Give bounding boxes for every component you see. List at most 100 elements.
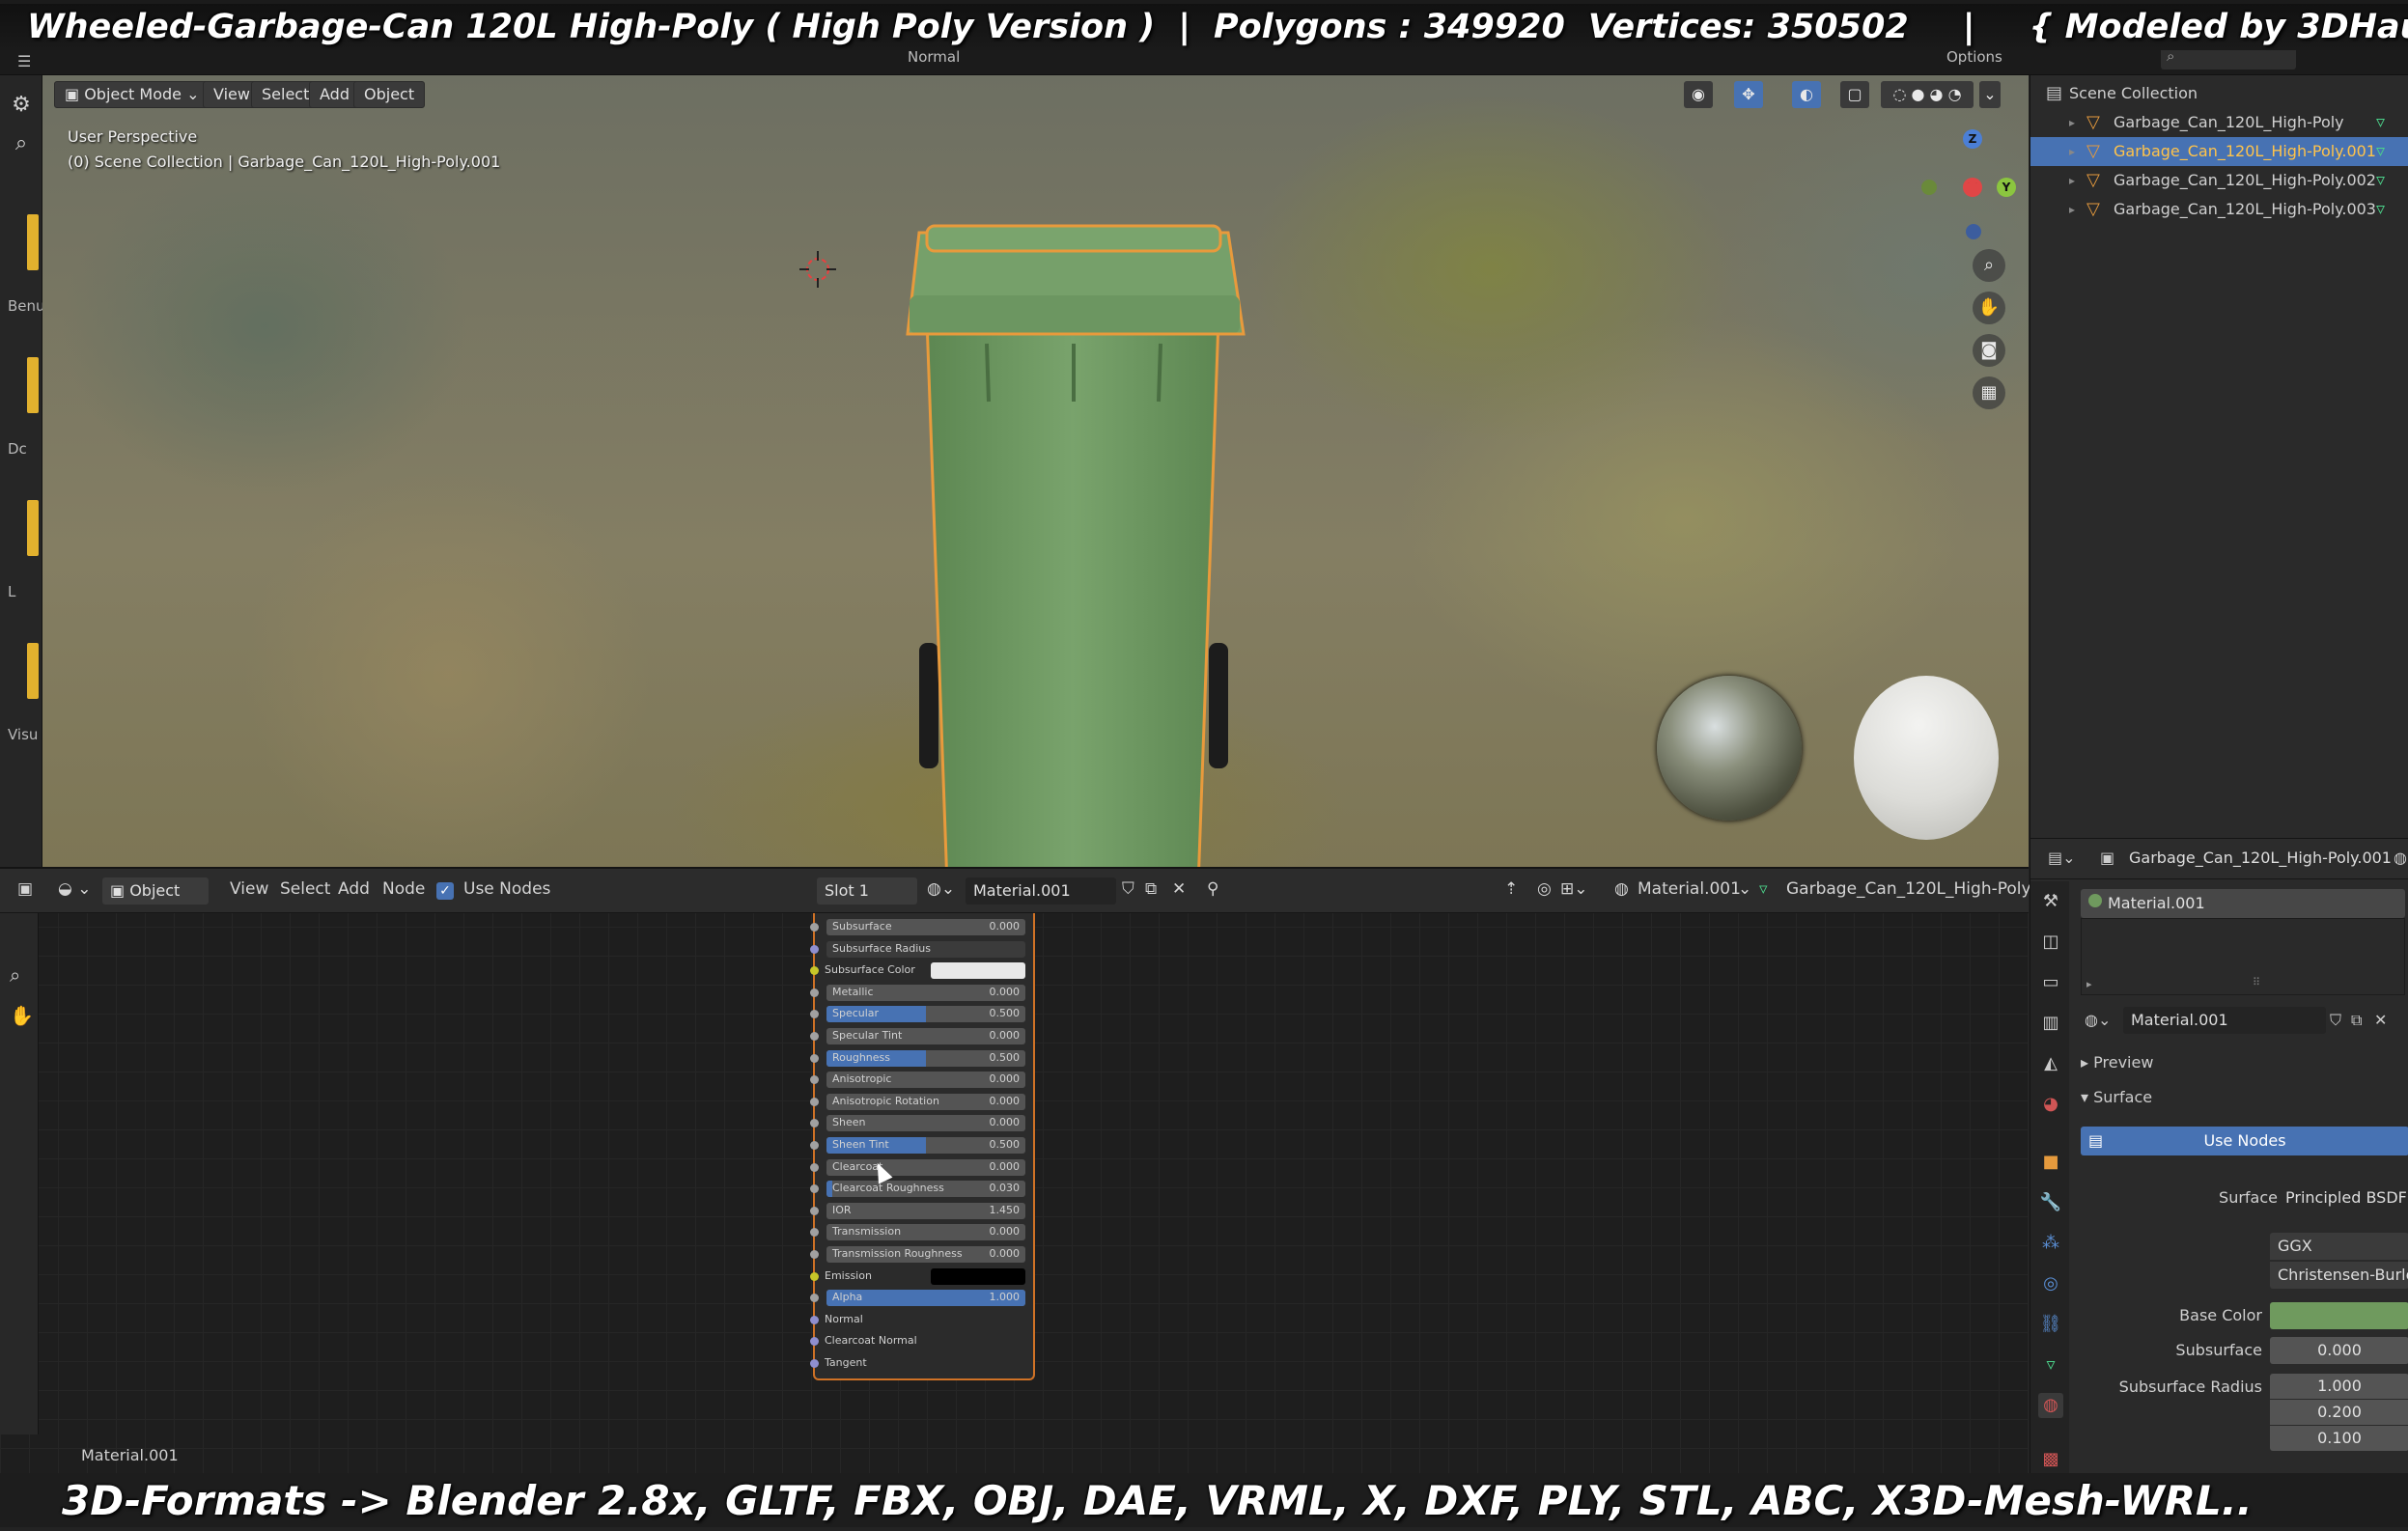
menu-icon[interactable]: ☰ [17,52,39,70]
chevron-down-icon[interactable]: ⌄ [1738,879,1751,899]
right-object-label[interactable]: Garbage_Can_120L_High-Poly.001 [1786,879,2065,899]
base-color-swatch[interactable] [2270,1302,2408,1329]
bsdf-value-slider[interactable]: Clearcoat Roughness 0.030 [826,1181,1025,1198]
input-socket-icon[interactable] [810,1097,819,1106]
grid-perspective-icon[interactable]: ▦ [1973,376,2005,409]
object-mode-dropdown[interactable]: ▣ Object Mode ⌄ [54,81,210,108]
particles-tab-icon[interactable]: ⁂ [2038,1231,2063,1256]
object-tab-icon[interactable]: ■ [2038,1150,2063,1175]
bsdf-input-row[interactable]: Roughness 0.500 [810,1048,1033,1068]
bsdf-value-slider[interactable]: Alpha 1.000 [826,1290,1025,1307]
physics-tab-icon[interactable]: ◎ [2038,1271,2063,1296]
bsdf-value-slider[interactable]: Roughness 0.500 [826,1049,1025,1067]
bsdf-value-slider[interactable]: Clearcoat 0.000 [826,1158,1025,1176]
sidebar-tab[interactable] [27,214,39,270]
shader-type-dropdown[interactable]: ▣ Object [102,877,209,905]
material-name-field[interactable]: Material.001 [966,877,1116,905]
material-slot-item[interactable]: Material.001 [2081,889,2405,918]
parent-node-icon[interactable]: ⇡ [1504,879,1518,899]
input-socket-icon[interactable] [810,1141,819,1150]
visibility-icon[interactable]: ◉ [1684,81,1713,108]
expand-arrow-icon[interactable]: ▸ [2069,108,2075,137]
bsdf-input-row[interactable]: Clearcoat Roughness 0.030 [810,1179,1033,1198]
camera-icon[interactable]: ◙ [1973,334,2005,367]
bsdf-input-row[interactable]: Clearcoat 0.000 [810,1157,1033,1177]
input-socket-icon[interactable] [810,1119,819,1128]
bsdf-value-slider[interactable]: IOR 1.450 [826,1202,1025,1219]
input-socket-icon[interactable] [810,923,819,932]
input-socket-icon[interactable] [810,1271,819,1281]
bsdf-input-row[interactable]: IOR 1.450 [810,1201,1033,1220]
axis-neg-z-icon[interactable] [1966,224,1981,239]
color-swatch[interactable] [931,1267,1025,1285]
material-name-field[interactable]: Material.001 [2123,1007,2326,1034]
principled-bsdf-node[interactable]: Subsurface 0.000 Subsurface Radius Subsurfa… [810,913,1035,1380]
overlay-icon[interactable]: ◐ [1792,81,1821,108]
input-socket-icon[interactable] [810,1184,819,1194]
object-menu[interactable]: Object [353,81,426,108]
axis-neg-y-icon[interactable] [1921,180,1937,195]
pin-icon[interactable]: ◍ [2394,849,2407,867]
gizmo-icon[interactable]: ✥ [1734,81,1763,108]
close-icon[interactable]: ✕ [1172,879,1186,899]
world-tab-icon[interactable]: ◕ [2038,1092,2063,1117]
shader-node-editor[interactable]: ▣ ◒ ⌄ ▣ Object View Select Add Node ✓ Us… [0,867,2065,1473]
bsdf-input-row[interactable]: Anisotropic 0.000 [810,1070,1033,1089]
input-socket-icon[interactable] [810,1162,819,1172]
fake-user-icon[interactable]: ⛉ [1122,879,1134,899]
bsdf-input-row[interactable]: Specular 0.500 [810,1004,1033,1023]
input-socket-icon[interactable] [810,1294,819,1303]
bsdf-input-row[interactable]: Metallic 0.000 [810,983,1033,1002]
sidebar-tab[interactable] [27,500,39,556]
axis-y-icon[interactable]: Y [1997,178,2016,197]
garbage-can-model[interactable] [900,151,1247,867]
use-nodes-button[interactable]: ▤ Use Nodes [2081,1127,2408,1155]
input-socket-icon[interactable] [810,1228,819,1238]
sidebar-tab[interactable] [27,643,39,699]
material-tab-icon[interactable]: ◍ [2038,1393,2063,1418]
bsdf-input-row[interactable]: Sheen Tint 0.500 [810,1135,1033,1155]
options-dropdown[interactable]: Options [1946,48,2002,66]
bsdf-value-slider[interactable]: Specular 0.500 [826,1006,1025,1023]
sidebar-tab[interactable] [27,357,39,413]
expand-arrow-icon[interactable]: ▸ [2086,978,2092,990]
pan-hand-icon[interactable]: ✋ [10,1004,34,1027]
pan-hand-icon[interactable]: ✋ [1973,292,2005,324]
material-browse-icon[interactable]: ◍⌄ [927,879,955,899]
bsdf-value-slider[interactable]: Subsurface 0.000 [826,919,1025,935]
subsurface-radius-x-field[interactable]: 1.000 [2270,1374,2408,1399]
bsdf-input-row[interactable]: Tangent [810,1353,1033,1373]
editor-type-icon[interactable]: ▣ [17,879,33,899]
bsdf-value-slider[interactable]: Transmission Roughness 0.000 [826,1246,1025,1263]
bsdf-input-row[interactable]: Subsurface Color [810,960,1033,980]
input-socket-icon[interactable] [810,1250,819,1259]
subsurface-method-dropdown[interactable]: Christensen-Burley [2270,1262,2408,1289]
bsdf-value-slider[interactable]: Anisotropic Rotation 0.000 [826,1093,1025,1110]
modifier-tab-icon[interactable]: 🔧 [2038,1190,2063,1215]
snap-icon[interactable]: ◎ [1537,879,1552,899]
node-menu[interactable]: Node [382,879,425,899]
expand-arrow-icon[interactable]: ▸ [2069,195,2075,224]
subsurface-radius-z-field[interactable]: 0.100 [2270,1426,2408,1451]
material-browse-icon[interactable]: ◍⌄ [2085,1011,2111,1029]
input-socket-icon[interactable] [810,1053,819,1063]
subsurface-radius-y-field[interactable]: 0.200 [2270,1400,2408,1425]
add-menu[interactable]: Add [338,879,370,899]
bsdf-input-row[interactable]: Subsurface Radius [810,939,1033,959]
input-socket-icon[interactable] [810,966,819,976]
fake-user-icon[interactable]: ⛉ [2330,1011,2341,1030]
input-socket-icon[interactable] [810,988,819,997]
input-socket-icon[interactable] [810,1359,819,1368]
outliner-scene-collection[interactable]: ▤ Scene Collection [2030,79,2408,108]
slot-dropdown[interactable]: Slot 1 [817,877,917,905]
bsdf-input-row[interactable]: Transmission 0.000 [810,1222,1033,1241]
distribution-dropdown[interactable]: GGX [2270,1233,2408,1260]
resize-handle-icon[interactable]: ⠿ [2253,976,2260,988]
input-socket-icon[interactable] [810,1337,819,1347]
mesh-data-icon[interactable]: ▿ [2376,137,2385,166]
outliner-item[interactable]: ▸ ▽ Garbage_Can_120L_High-Poly.002 ▿ [2030,166,2408,195]
output-tab-icon[interactable]: ▭ [2038,970,2063,995]
snap-target-icon[interactable]: ⊞⌄ [1560,879,1588,899]
outliner-item-selected[interactable]: ▸ ▽ Garbage_Can_120L_High-Poly.001 ▿ [2030,137,2408,166]
render-tab-icon[interactable]: ◫ [2038,930,2063,955]
